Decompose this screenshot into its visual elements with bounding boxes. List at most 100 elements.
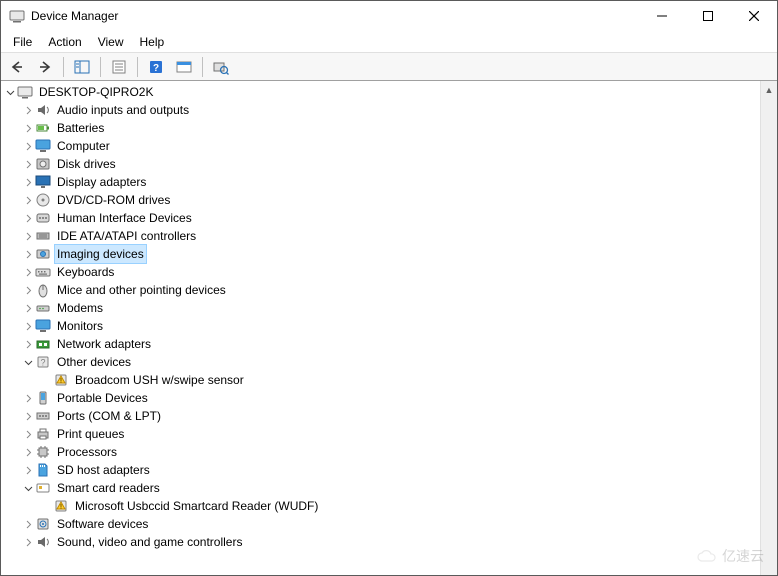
tree-node-ports[interactable]: Ports (COM & LPT) xyxy=(3,407,760,425)
node-label[interactable]: Portable Devices xyxy=(55,389,150,407)
tree-node-dvd-drives[interactable]: DVD/CD-ROM drives xyxy=(3,191,760,209)
expander-icon[interactable] xyxy=(21,317,35,335)
close-button[interactable] xyxy=(731,1,777,31)
node-label[interactable]: Computer xyxy=(55,137,112,155)
node-label[interactable]: Mice and other pointing devices xyxy=(55,281,228,299)
tree-node-modems[interactable]: Modems xyxy=(3,299,760,317)
tree-node-mice[interactable]: Mice and other pointing devices xyxy=(3,281,760,299)
tree-node-imaging-devices[interactable]: Imaging devices xyxy=(3,245,760,263)
tree-node-other-devices[interactable]: ?Other devices xyxy=(3,353,760,371)
toolbar-separator xyxy=(137,57,138,77)
tree-node-processors[interactable]: Processors xyxy=(3,443,760,461)
tree-node-disk-drives[interactable]: Disk drives xyxy=(3,155,760,173)
tree-node-root[interactable]: DESKTOP-QIPRO2K xyxy=(3,83,760,101)
back-button[interactable] xyxy=(5,55,29,79)
node-label[interactable]: IDE ATA/ATAPI controllers xyxy=(55,227,198,245)
warn-icon xyxy=(53,498,69,514)
tree-node-smart-card-readers[interactable]: Smart card readers xyxy=(3,479,760,497)
tree-node-ide[interactable]: IDE ATA/ATAPI controllers xyxy=(3,227,760,245)
menu-view[interactable]: View xyxy=(90,33,132,51)
tree-node-broadcom-ush[interactable]: Broadcom USH w/swipe sensor xyxy=(3,371,760,389)
mmc-console-button[interactable] xyxy=(172,55,196,79)
scan-icon xyxy=(213,59,229,75)
node-label[interactable]: Print queues xyxy=(55,425,126,443)
node-label[interactable]: DESKTOP-QIPRO2K xyxy=(37,83,155,101)
expander-icon[interactable] xyxy=(21,353,35,371)
node-label[interactable]: Microsoft Usbccid Smartcard Reader (WUDF… xyxy=(73,497,320,515)
window-title: Device Manager xyxy=(31,9,639,23)
expander-icon[interactable] xyxy=(21,173,35,191)
node-label[interactable]: Other devices xyxy=(55,353,133,371)
node-label[interactable]: Sound, video and game controllers xyxy=(55,533,244,551)
node-label[interactable]: Software devices xyxy=(55,515,150,533)
node-label[interactable]: Audio inputs and outputs xyxy=(55,101,191,119)
maximize-button[interactable] xyxy=(685,1,731,31)
expander-icon[interactable] xyxy=(21,407,35,425)
expander-icon[interactable] xyxy=(21,533,35,551)
tree-node-network-adapters[interactable]: Network adapters xyxy=(3,335,760,353)
expander-icon[interactable] xyxy=(21,155,35,173)
expander-icon[interactable] xyxy=(21,263,35,281)
expander-icon[interactable] xyxy=(21,461,35,479)
node-label[interactable]: Network adapters xyxy=(55,335,153,353)
tree-node-sd-host[interactable]: SD host adapters xyxy=(3,461,760,479)
node-label[interactable]: SD host adapters xyxy=(55,461,152,479)
expander-icon[interactable] xyxy=(21,515,35,533)
node-label[interactable]: Smart card readers xyxy=(55,479,162,497)
expander-icon[interactable] xyxy=(21,281,35,299)
expander-icon[interactable] xyxy=(3,83,17,101)
expander-icon[interactable] xyxy=(21,245,35,263)
expander-icon[interactable] xyxy=(21,389,35,407)
node-label[interactable]: Imaging devices xyxy=(55,245,146,263)
help-button[interactable]: ? xyxy=(144,55,168,79)
cpu-icon xyxy=(35,444,51,460)
tree-node-portable-devices[interactable]: Portable Devices xyxy=(3,389,760,407)
expander-icon[interactable] xyxy=(21,335,35,353)
expander-icon[interactable] xyxy=(21,227,35,245)
expander-icon[interactable] xyxy=(21,209,35,227)
tree-node-print-queues[interactable]: Print queues xyxy=(3,425,760,443)
ide-icon xyxy=(35,228,51,244)
properties-button[interactable] xyxy=(107,55,131,79)
scroll-up-arrow-icon[interactable]: ▲ xyxy=(761,81,777,98)
expander-icon[interactable] xyxy=(21,101,35,119)
expander-icon[interactable] xyxy=(21,299,35,317)
expander-icon[interactable] xyxy=(21,479,35,497)
menu-help[interactable]: Help xyxy=(132,33,173,51)
tree-node-monitors[interactable]: Monitors xyxy=(3,317,760,335)
show-hide-tree-button[interactable] xyxy=(70,55,94,79)
menu-file[interactable]: File xyxy=(5,33,40,51)
tree-node-audio[interactable]: Audio inputs and outputs xyxy=(3,101,760,119)
vertical-scrollbar[interactable]: ▲ xyxy=(760,81,777,575)
node-label[interactable]: Keyboards xyxy=(55,263,116,281)
node-label[interactable]: Disk drives xyxy=(55,155,118,173)
node-label[interactable]: Human Interface Devices xyxy=(55,209,194,227)
watermark: 亿速云 xyxy=(696,546,764,566)
node-label[interactable]: Processors xyxy=(55,443,119,461)
node-label[interactable]: Ports (COM & LPT) xyxy=(55,407,163,425)
node-label[interactable]: Display adapters xyxy=(55,173,148,191)
tree-node-display-adapters[interactable]: Display adapters xyxy=(3,173,760,191)
tree-node-batteries[interactable]: Batteries xyxy=(3,119,760,137)
node-label[interactable]: DVD/CD-ROM drives xyxy=(55,191,172,209)
expander-icon[interactable] xyxy=(21,191,35,209)
forward-button[interactable] xyxy=(33,55,57,79)
tree-node-hid[interactable]: Human Interface Devices xyxy=(3,209,760,227)
tree-node-computer[interactable]: Computer xyxy=(3,137,760,155)
expander-icon[interactable] xyxy=(21,443,35,461)
expander-icon[interactable] xyxy=(21,137,35,155)
tree-node-software-devices[interactable]: Software devices xyxy=(3,515,760,533)
scan-hardware-button[interactable] xyxy=(209,55,233,79)
menu-action[interactable]: Action xyxy=(40,33,89,51)
expander-icon[interactable] xyxy=(21,119,35,137)
tree-node-keyboards[interactable]: Keyboards xyxy=(3,263,760,281)
tree-node-usbccid-reader[interactable]: Microsoft Usbccid Smartcard Reader (WUDF… xyxy=(3,497,760,515)
node-label[interactable]: Batteries xyxy=(55,119,106,137)
node-label[interactable]: Broadcom USH w/swipe sensor xyxy=(73,371,246,389)
node-label[interactable]: Monitors xyxy=(55,317,105,335)
expander-icon[interactable] xyxy=(21,425,35,443)
tree-node-sound-video[interactable]: Sound, video and game controllers xyxy=(3,533,760,551)
device-tree[interactable]: DESKTOP-QIPRO2KAudio inputs and outputsB… xyxy=(1,81,760,575)
node-label[interactable]: Modems xyxy=(55,299,105,317)
minimize-button[interactable] xyxy=(639,1,685,31)
